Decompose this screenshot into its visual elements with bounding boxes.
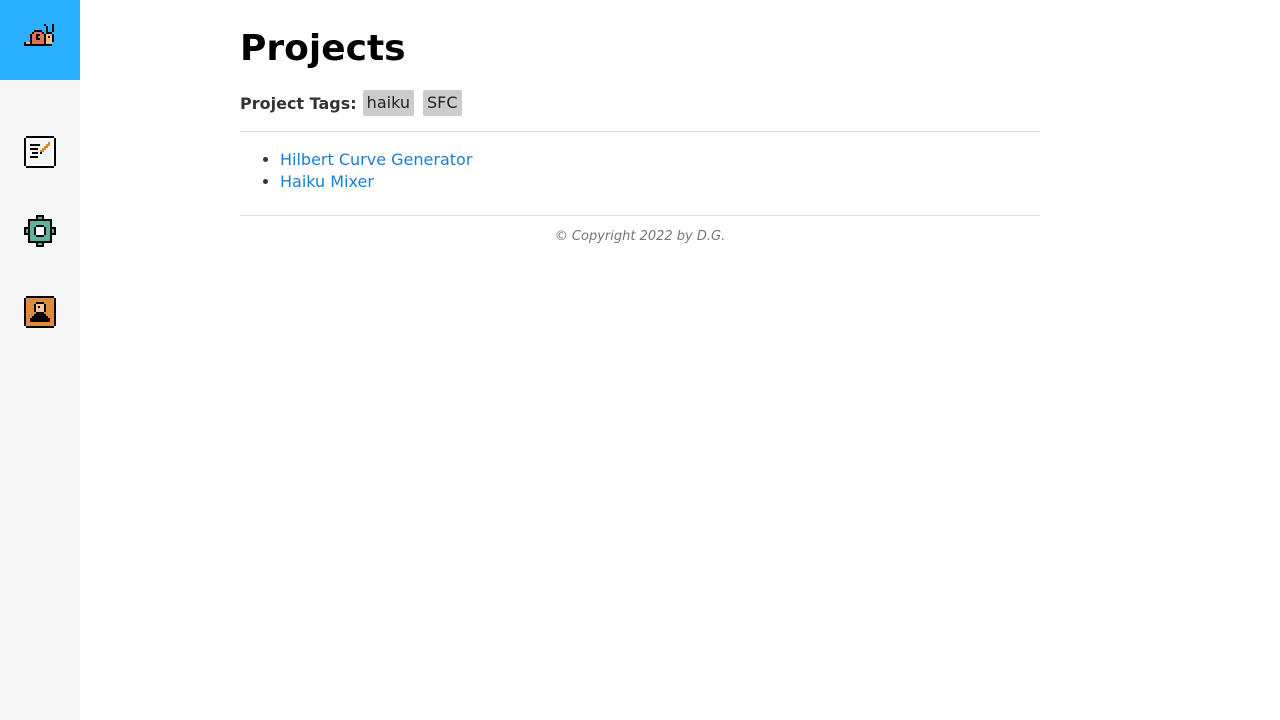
sidebar-item-blog[interactable] [24, 136, 56, 168]
sidebar [0, 0, 80, 720]
notepad-pencil-icon [24, 136, 56, 168]
person-portrait-icon [24, 296, 56, 328]
project-link-haiku-mixer[interactable]: Haiku Mixer [280, 172, 374, 191]
tag-sfc[interactable]: SFC [422, 90, 462, 116]
project-tags-label: Project Tags: [240, 93, 357, 113]
home-logo-button[interactable] [0, 0, 80, 80]
list-item: Haiku Mixer [280, 171, 1040, 193]
list-item: Hilbert Curve Generator [280, 149, 1040, 171]
gear-icon [24, 215, 56, 247]
copyright-footer: © Copyright 2022 by D.G. [554, 229, 726, 244]
page-title: Projects [240, 28, 406, 69]
project-link-hilbert-curve-generator[interactable]: Hilbert Curve Generator [280, 150, 472, 169]
project-tags: Project Tags: haiku SFC [240, 90, 1040, 116]
divider [240, 131, 1040, 132]
footer-divider [240, 215, 1040, 216]
project-list: Hilbert Curve Generator Haiku Mixer [240, 149, 1040, 193]
tag-haiku[interactable]: haiku [362, 90, 414, 116]
sidebar-item-projects[interactable] [24, 215, 56, 247]
sidebar-item-about[interactable] [24, 296, 56, 328]
snail-icon [24, 24, 54, 46]
main-content: Projects Project Tags: haiku SFC Hilbert… [240, 0, 1040, 244]
